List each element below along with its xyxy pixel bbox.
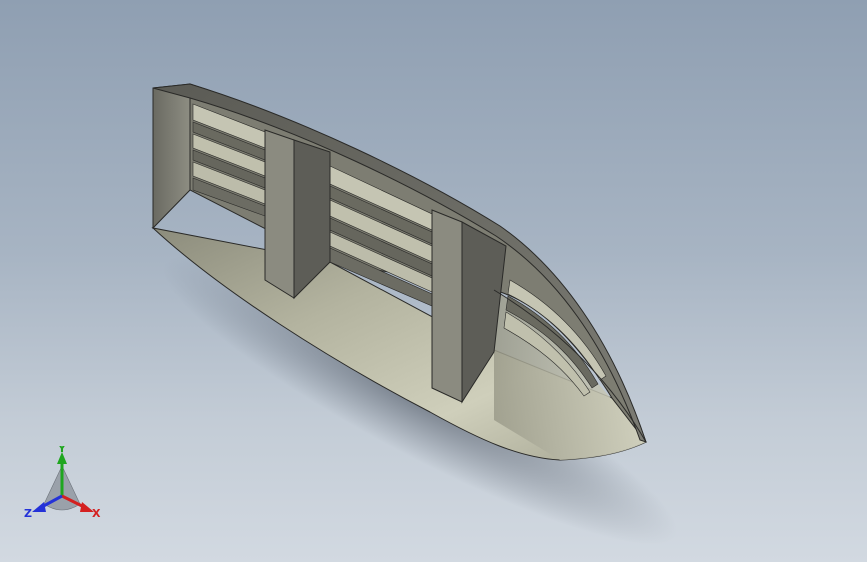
z-axis-arrow-icon: [32, 502, 46, 512]
y-axis-label: Y: [57, 446, 67, 455]
axis-triad[interactable]: Y X Z: [22, 446, 106, 526]
3d-model-view[interactable]: [0, 0, 867, 562]
graphics-viewport[interactable]: Y X Z: [0, 0, 867, 562]
z-axis-label: Z: [24, 507, 32, 520]
x-axis-label: X: [92, 507, 101, 520]
hull-transom[interactable]: [152, 83, 191, 230]
